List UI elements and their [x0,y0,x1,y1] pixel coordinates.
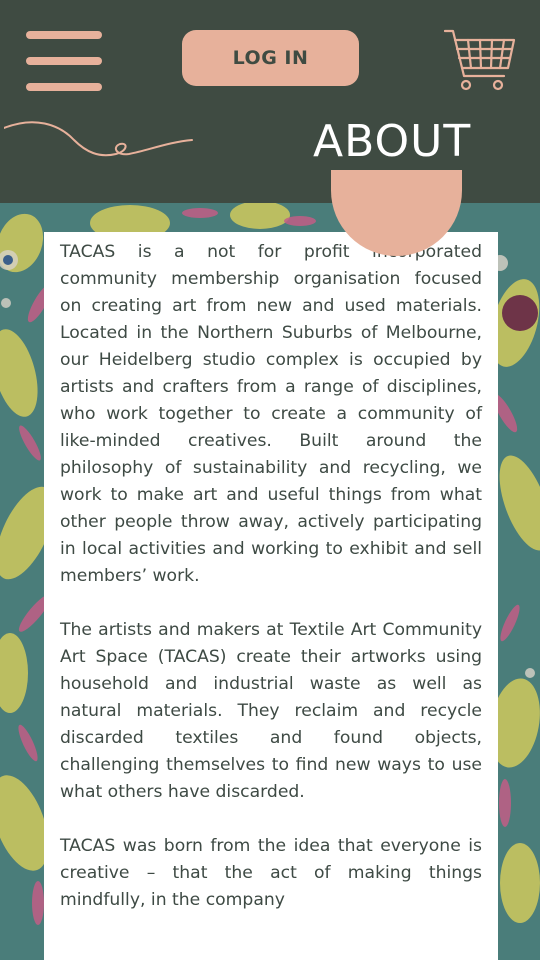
decorative-squiggle [4,121,193,157]
page-title: ABOUT [313,116,472,167]
login-button[interactable]: LOG IN [182,30,359,86]
menu-bar [26,83,102,91]
menu-bar [26,57,102,65]
about-content-card: TACAS is a not for profit incorporated c… [44,232,498,960]
menu-bar [26,31,102,39]
shopping-cart-icon[interactable] [444,28,516,92]
about-paragraph: The artists and makers at Textile Art Co… [60,620,482,802]
hamburger-menu-icon[interactable] [26,31,102,91]
about-paragraph: TACAS is a not for profit incorporated c… [60,242,482,586]
about-paragraph: TACAS was born from the idea that everyo… [60,836,482,910]
